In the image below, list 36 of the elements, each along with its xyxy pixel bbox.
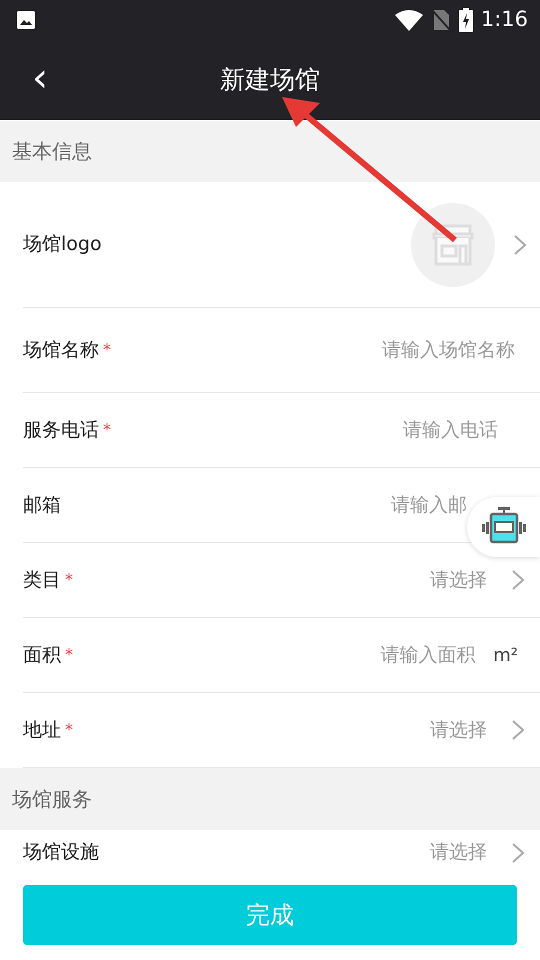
- field-label: 场馆名称: [23, 338, 99, 363]
- field-label: 场馆logo: [23, 232, 102, 258]
- chevron-right-icon: [511, 842, 525, 864]
- assistant-float-button[interactable]: [467, 497, 540, 557]
- text-input[interactable]: 请输入场馆名称: [127, 334, 517, 366]
- section-header: 基本信息: [12, 138, 92, 165]
- store-icon: [430, 224, 476, 266]
- back-button[interactable]: ‹: [22, 56, 58, 100]
- text-input[interactable]: 请输入面积: [89, 640, 478, 670]
- required-mark: *: [65, 719, 73, 741]
- image-icon: [16, 10, 36, 30]
- unit-label: m²: [493, 644, 518, 668]
- required-mark: *: [65, 569, 73, 591]
- chevron-right-icon: [513, 234, 527, 256]
- wifi-icon: [394, 9, 423, 31]
- field-label: 地址: [23, 718, 61, 743]
- required-mark: *: [103, 419, 111, 441]
- submit-button[interactable]: 完成: [23, 885, 517, 945]
- chevron-right-icon: [511, 569, 525, 591]
- text-input[interactable]: 请输入电话: [127, 414, 500, 446]
- required-mark: *: [103, 339, 111, 361]
- section-header: 场馆服务: [12, 786, 92, 813]
- field-label: 邮箱: [23, 492, 61, 518]
- select-field[interactable]: 请选择: [430, 838, 487, 867]
- required-mark: *: [65, 644, 73, 666]
- time-text: 1:16: [480, 6, 528, 34]
- battery-charging-icon: [458, 8, 473, 32]
- page-title: 新建场馆: [220, 64, 320, 96]
- select-field[interactable]: 请选择: [430, 716, 487, 744]
- field-label: 服务电话: [23, 418, 99, 443]
- text-input[interactable]: 请输入邮: [77, 490, 469, 520]
- field-label: 面积: [23, 642, 61, 668]
- chevron-right-icon: [511, 719, 525, 741]
- field-label: 类目: [23, 568, 61, 593]
- select-field[interactable]: 请选择: [430, 566, 487, 594]
- field-label: 场馆设施: [23, 840, 99, 866]
